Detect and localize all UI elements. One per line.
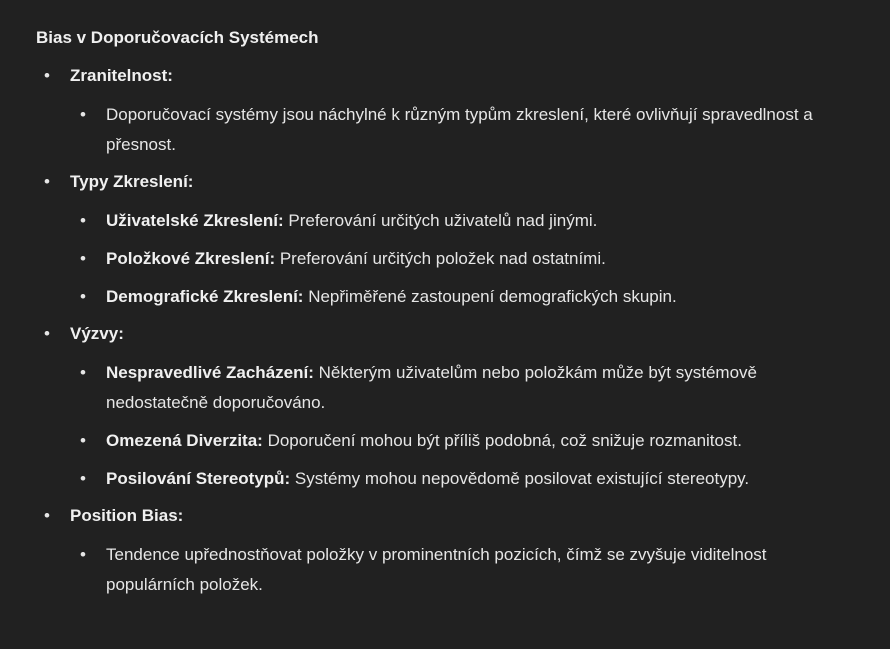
section-list: • Zranitelnost: • Doporučovací systémy j…: [36, 64, 854, 600]
list-item: • Uživatelské Zkreslení: Preferování urč…: [80, 206, 816, 236]
item-text: Nepřiměřené zastoupení demografických sk…: [303, 287, 677, 306]
list-item: • Tendence upřednostňovat položky v prom…: [80, 540, 816, 600]
section-label: Zranitelnost:: [70, 66, 173, 85]
bullet-icon: •: [80, 363, 86, 382]
bullet-icon: •: [44, 324, 50, 343]
sub-list: • Nespravedlivé Zacházení: Některým uživ…: [70, 358, 854, 494]
item-term: Položkové Zkreslení:: [106, 249, 276, 268]
item-text: Preferování určitých položek nad ostatní…: [275, 249, 606, 268]
item-term: Nespravedlivé Zacházení:: [106, 363, 314, 382]
document-title: Bias v Doporučovacích Systémech: [36, 28, 319, 47]
bullet-icon: •: [80, 431, 86, 450]
list-item: • Doporučovací systémy jsou náchylné k r…: [80, 100, 816, 160]
list-item: • Nespravedlivé Zacházení: Některým uživ…: [80, 358, 816, 418]
bullet-icon: •: [80, 469, 86, 488]
bullet-icon: •: [80, 287, 86, 306]
section-zranitelnost: • Zranitelnost: • Doporučovací systémy j…: [36, 64, 854, 160]
item-term: Demografické Zkreslení:: [106, 287, 304, 306]
bullet-icon: •: [44, 66, 50, 85]
list-item: • Demografické Zkreslení: Nepřiměřené za…: [80, 282, 816, 312]
item-term: Uživatelské Zkreslení:: [106, 211, 284, 230]
item-term: Posilování Stereotypů:: [106, 469, 291, 488]
item-text: Preferování určitých uživatelů nad jiným…: [283, 211, 598, 230]
section-label: Position Bias:: [70, 506, 184, 525]
list-item: • Položkové Zkreslení: Preferování určit…: [80, 244, 816, 274]
item-term: Omezená Diverzita:: [106, 431, 263, 450]
item-text: Tendence upřednostňovat položky v promin…: [106, 545, 767, 594]
bullet-icon: •: [44, 172, 50, 191]
item-text: Doporučovací systémy jsou náchylné k růz…: [106, 105, 813, 154]
bullet-icon: •: [80, 249, 86, 268]
sub-list: • Doporučovací systémy jsou náchylné k r…: [70, 100, 854, 160]
sub-list: • Tendence upřednostňovat položky v prom…: [70, 540, 854, 600]
bullet-icon: •: [80, 105, 86, 124]
section-position-bias: • Position Bias: • Tendence upřednostňov…: [36, 504, 854, 600]
list-item: • Omezená Diverzita: Doporučení mohou bý…: [80, 426, 816, 456]
document: Bias v Doporučovacích Systémech • Zranit…: [0, 0, 890, 600]
section-typy-zkresleni: • Typy Zkreslení: • Uživatelské Zkreslen…: [36, 170, 854, 312]
item-text: Doporučení mohou být příliš podobná, což…: [262, 431, 742, 450]
section-label: Výzvy:: [70, 324, 124, 343]
bullet-icon: •: [80, 545, 86, 564]
item-text: Systémy mohou nepovědomě posilovat exist…: [290, 469, 750, 488]
bullet-icon: •: [44, 506, 50, 525]
list-item: • Posilování Stereotypů: Systémy mohou n…: [80, 464, 816, 494]
section-label: Typy Zkreslení:: [70, 172, 194, 191]
sub-list: • Uživatelské Zkreslení: Preferování urč…: [70, 206, 854, 312]
bullet-icon: •: [80, 211, 86, 230]
section-vyzvy: • Výzvy: • Nespravedlivé Zacházení: Někt…: [36, 322, 854, 494]
